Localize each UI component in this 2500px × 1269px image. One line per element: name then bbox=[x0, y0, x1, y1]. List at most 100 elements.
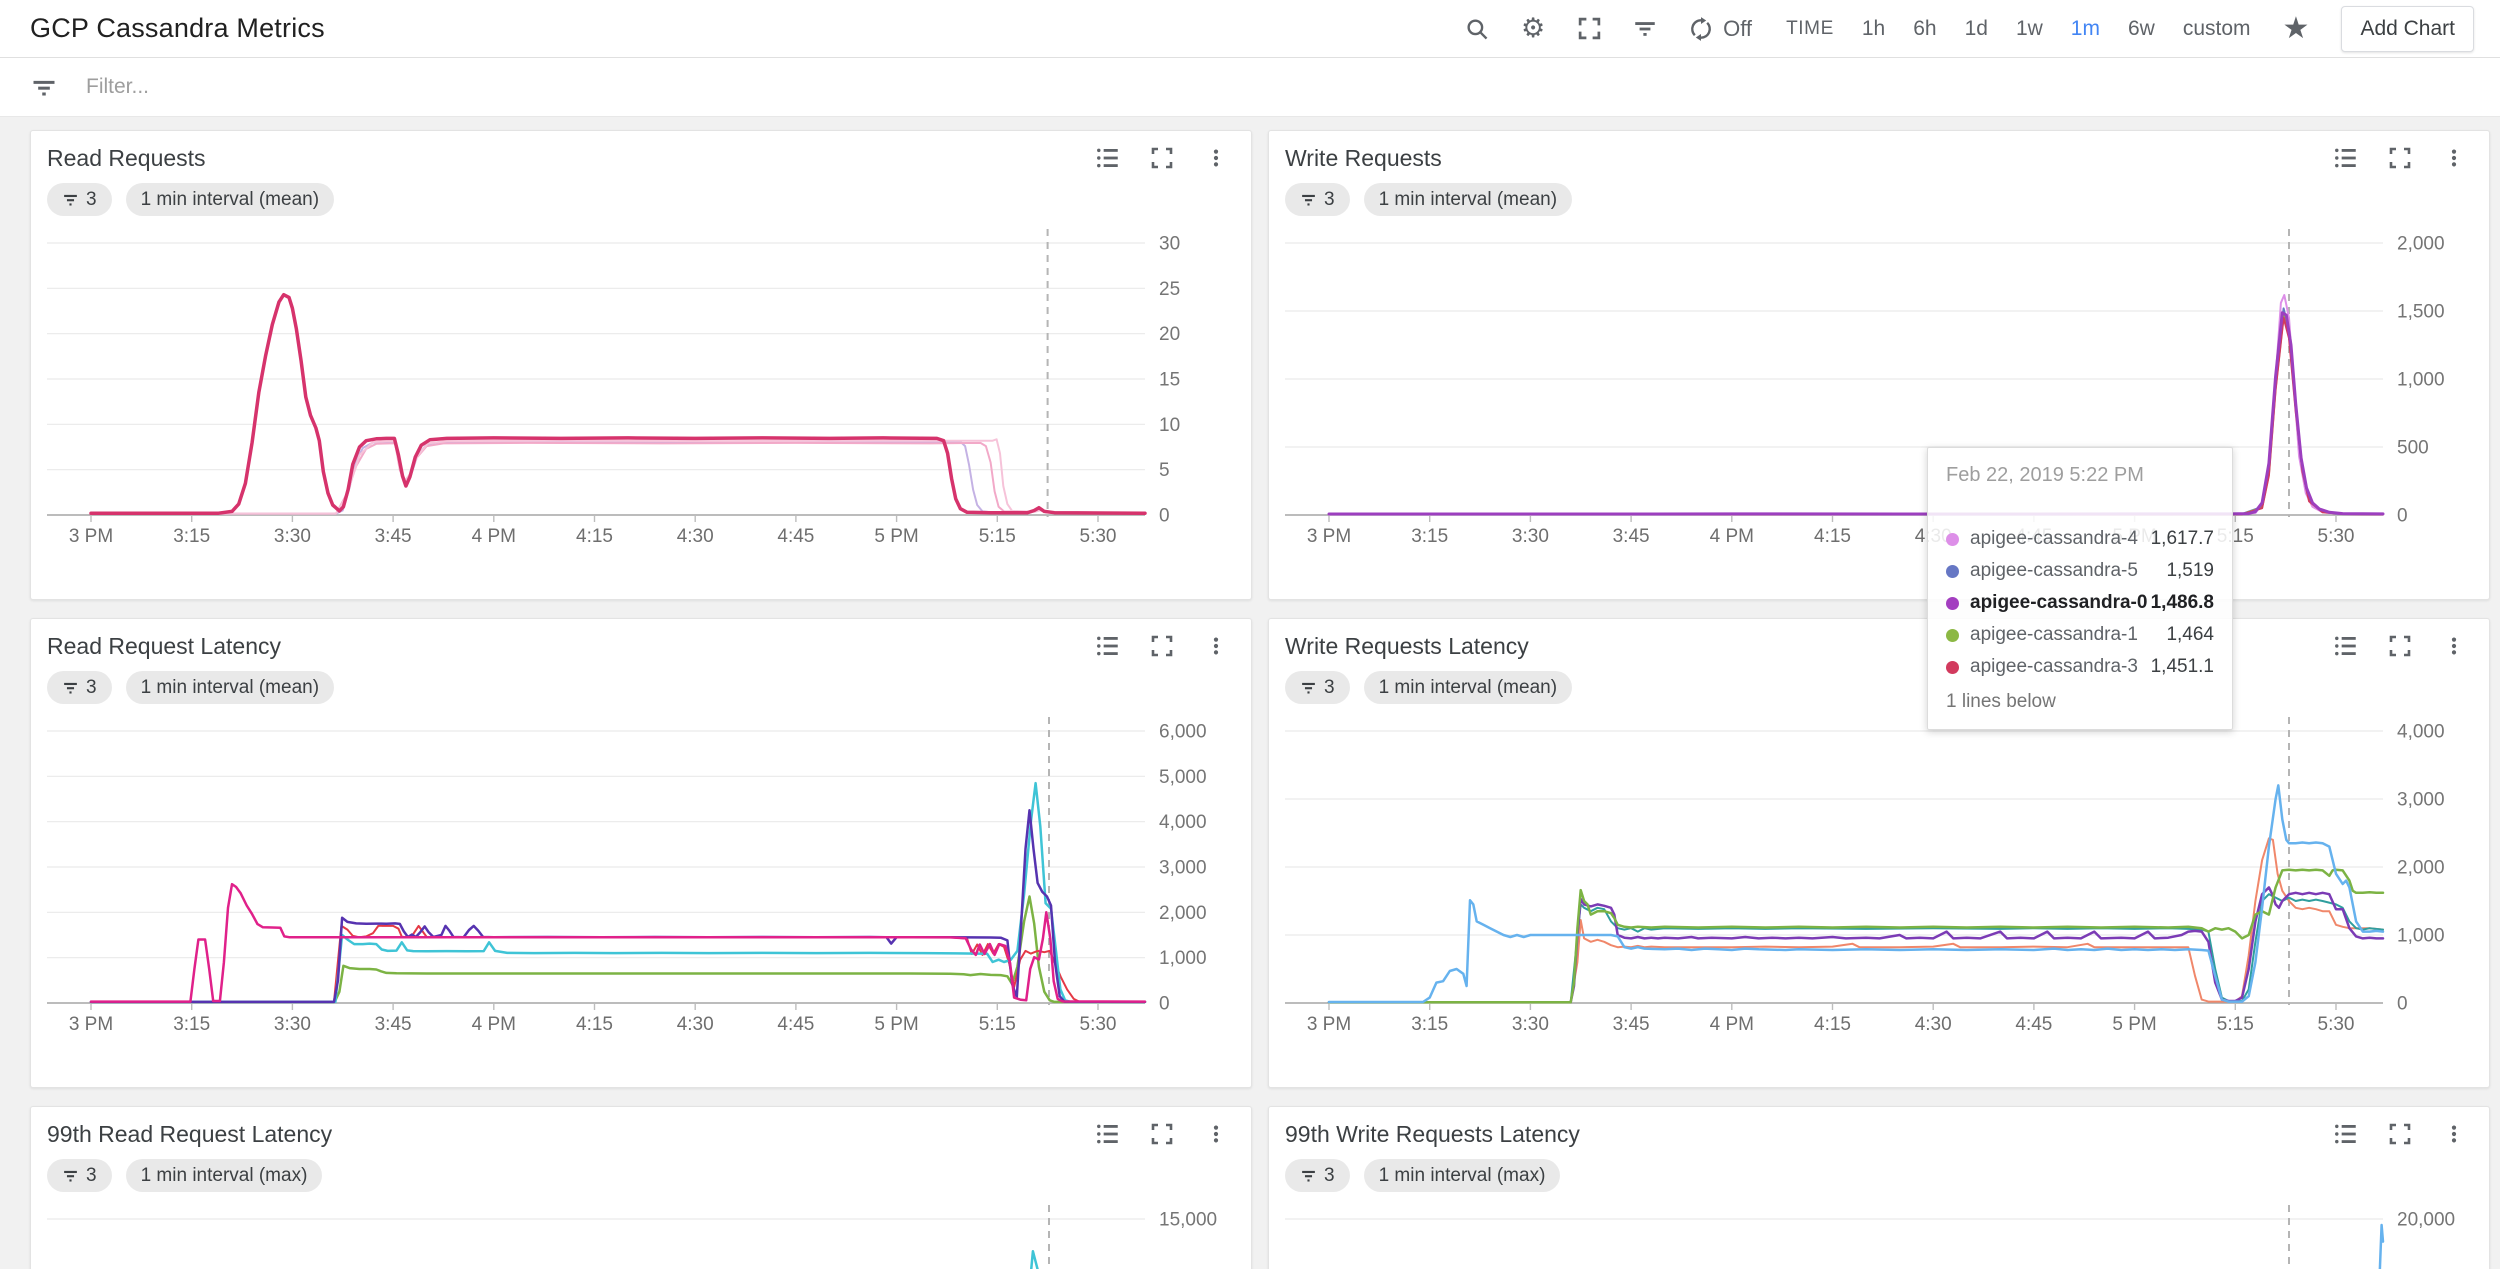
refresh-icon bbox=[1687, 15, 1715, 43]
more-vert-icon[interactable] bbox=[1203, 633, 1229, 659]
tooltip-row: apigee-cassandra-41,617.7 bbox=[1946, 523, 2214, 555]
svg-text:4:45: 4:45 bbox=[777, 526, 814, 547]
svg-text:4:30: 4:30 bbox=[1915, 1014, 1952, 1035]
search-icon[interactable] bbox=[1463, 15, 1491, 43]
svg-text:5:30: 5:30 bbox=[1080, 1014, 1117, 1035]
interval-badge[interactable]: 1 min interval (mean) bbox=[1364, 183, 1572, 216]
settings-gear-icon[interactable]: ⚙ bbox=[1519, 15, 1547, 43]
tooltip-series-name: apigee-cassandra-4 bbox=[1970, 528, 2151, 550]
more-vert-icon[interactable] bbox=[1203, 145, 1229, 171]
write-requests-latency-chart[interactable]: 01,0002,0003,0004,0003 PM3:153:303:454 P… bbox=[1285, 711, 2473, 1041]
svg-text:5,000: 5,000 bbox=[1159, 767, 1207, 788]
chart-title: Write Requests bbox=[1285, 145, 1442, 172]
filter-count-badge[interactable]: 3 bbox=[1285, 183, 1350, 216]
svg-text:4 PM: 4 PM bbox=[472, 526, 516, 547]
tooltip-rows: apigee-cassandra-41,617.7apigee-cassandr… bbox=[1946, 523, 2214, 683]
tooltip-series-value: 1,451.1 bbox=[2151, 656, 2214, 678]
interval-badge[interactable]: 1 min interval (mean) bbox=[126, 183, 334, 216]
svg-text:3:45: 3:45 bbox=[375, 1014, 412, 1035]
filter-list-icon[interactable] bbox=[1631, 15, 1659, 43]
tooltip-series-name: apigee-cassandra-3 bbox=[1970, 656, 2151, 678]
svg-text:5 PM: 5 PM bbox=[874, 1014, 918, 1035]
legend-icon[interactable] bbox=[2333, 145, 2359, 171]
svg-text:3:15: 3:15 bbox=[1411, 1014, 1448, 1035]
expand-chart-icon[interactable] bbox=[1149, 1121, 1175, 1147]
interval-badge[interactable]: 1 min interval (mean) bbox=[1364, 671, 1572, 704]
time-range-label: TIME bbox=[1786, 18, 1834, 40]
time-range-1d[interactable]: 1d bbox=[1965, 17, 1988, 41]
expand-chart-icon[interactable] bbox=[2387, 1121, 2413, 1147]
refresh-state-label: Off bbox=[1723, 16, 1752, 42]
svg-text:3:15: 3:15 bbox=[1411, 526, 1448, 547]
svg-text:4 PM: 4 PM bbox=[472, 1014, 516, 1035]
more-vert-icon[interactable] bbox=[2441, 633, 2467, 659]
filter-count-badge[interactable]: 3 bbox=[1285, 671, 1350, 704]
auto-refresh-control[interactable]: Off bbox=[1687, 15, 1752, 43]
svg-text:4,000: 4,000 bbox=[1159, 812, 1207, 833]
interval-badge[interactable]: 1 min interval (mean) bbox=[126, 671, 334, 704]
chart-card-write-requests: Write Requests bbox=[1268, 130, 2490, 600]
tooltip-series-name: apigee-cassandra-0 bbox=[1970, 592, 2151, 614]
expand-chart-icon[interactable] bbox=[1149, 633, 1175, 659]
fullscreen-icon[interactable] bbox=[1575, 15, 1603, 43]
favorite-star-icon[interactable]: ★ bbox=[2283, 14, 2310, 44]
write-requests-chart[interactable]: 05001,0001,5002,0003 PM3:153:303:454 PM4… bbox=[1285, 223, 2473, 553]
chart-hover-tooltip: Feb 22, 2019 5:22 PM apigee-cassandra-41… bbox=[1927, 447, 2233, 730]
legend-icon[interactable] bbox=[2333, 633, 2359, 659]
legend-icon[interactable] bbox=[1095, 633, 1121, 659]
legend-icon[interactable] bbox=[2333, 1121, 2359, 1147]
expand-chart-icon[interactable] bbox=[2387, 633, 2413, 659]
more-vert-icon[interactable] bbox=[1203, 1121, 1229, 1147]
chart-title: 99th Write Requests Latency bbox=[1285, 1121, 1580, 1148]
svg-text:5:30: 5:30 bbox=[1080, 526, 1117, 547]
svg-text:4:45: 4:45 bbox=[2015, 1014, 2052, 1035]
svg-text:2,000: 2,000 bbox=[2397, 234, 2445, 255]
svg-text:3 PM: 3 PM bbox=[69, 1014, 113, 1035]
expand-chart-icon[interactable] bbox=[2387, 145, 2413, 171]
svg-text:5:15: 5:15 bbox=[2217, 1014, 2254, 1035]
interval-badge[interactable]: 1 min interval (max) bbox=[1364, 1159, 1561, 1192]
svg-text:15: 15 bbox=[1159, 370, 1180, 391]
time-range-custom[interactable]: custom bbox=[2183, 17, 2251, 41]
filter-badge-icon bbox=[1300, 1167, 1317, 1184]
add-chart-button[interactable]: Add Chart bbox=[2341, 6, 2474, 52]
time-range-6h[interactable]: 6h bbox=[1913, 17, 1936, 41]
chart-card-write-requests-latency: Write Requests Latency bbox=[1268, 618, 2490, 1088]
svg-text:3:30: 3:30 bbox=[1512, 526, 1549, 547]
read-request-latency-chart[interactable]: 01,0002,0003,0004,0005,0006,0003 PM3:153… bbox=[47, 711, 1235, 1041]
interval-badge[interactable]: 1 min interval (max) bbox=[126, 1159, 323, 1192]
svg-text:5:30: 5:30 bbox=[2318, 526, 2355, 547]
legend-icon[interactable] bbox=[1095, 1121, 1121, 1147]
svg-text:25: 25 bbox=[1159, 279, 1180, 300]
chart-title: 99th Read Request Latency bbox=[47, 1121, 332, 1148]
filter-count-badge[interactable]: 3 bbox=[47, 1159, 112, 1192]
p99-write-requests-latency-chart[interactable]: 20,00003 PM3:153:303:454 PM4:154:304:455… bbox=[1285, 1199, 2473, 1269]
svg-text:1,000: 1,000 bbox=[2397, 926, 2445, 947]
svg-text:3 PM: 3 PM bbox=[1307, 1014, 1351, 1035]
expand-chart-icon[interactable] bbox=[1149, 145, 1175, 171]
read-requests-chart[interactable]: 0510152025303 PM3:153:303:454 PM4:154:30… bbox=[47, 223, 1235, 553]
svg-text:3 PM: 3 PM bbox=[69, 526, 113, 547]
svg-text:5 PM: 5 PM bbox=[874, 526, 918, 547]
filter-badge-icon bbox=[1300, 191, 1317, 208]
time-range-1w[interactable]: 1w bbox=[2016, 17, 2043, 41]
filter-input[interactable] bbox=[86, 75, 2470, 99]
svg-text:0: 0 bbox=[2397, 994, 2408, 1015]
filter-badge-icon bbox=[62, 679, 79, 696]
legend-icon[interactable] bbox=[1095, 145, 1121, 171]
series-color-dot bbox=[1946, 629, 1959, 642]
series-color-dot bbox=[1946, 597, 1959, 610]
filter-count-badge[interactable]: 3 bbox=[1285, 1159, 1350, 1192]
svg-text:5:15: 5:15 bbox=[979, 1014, 1016, 1035]
more-vert-icon[interactable] bbox=[2441, 145, 2467, 171]
time-range-1h[interactable]: 1h bbox=[1862, 17, 1885, 41]
tooltip-row: apigee-cassandra-11,464 bbox=[1946, 619, 2214, 651]
p99-read-request-latency-chart[interactable]: 15,00003 PM3:153:303:454 PM4:154:304:455… bbox=[47, 1199, 1235, 1269]
more-vert-icon[interactable] bbox=[2441, 1121, 2467, 1147]
chart-title: Read Requests bbox=[47, 145, 206, 172]
chart-title: Write Requests Latency bbox=[1285, 633, 1529, 660]
filter-count-badge[interactable]: 3 bbox=[47, 671, 112, 704]
time-range-1m-active[interactable]: 1m bbox=[2071, 17, 2100, 41]
time-range-6w[interactable]: 6w bbox=[2128, 17, 2155, 41]
filter-count-badge[interactable]: 3 bbox=[47, 183, 112, 216]
